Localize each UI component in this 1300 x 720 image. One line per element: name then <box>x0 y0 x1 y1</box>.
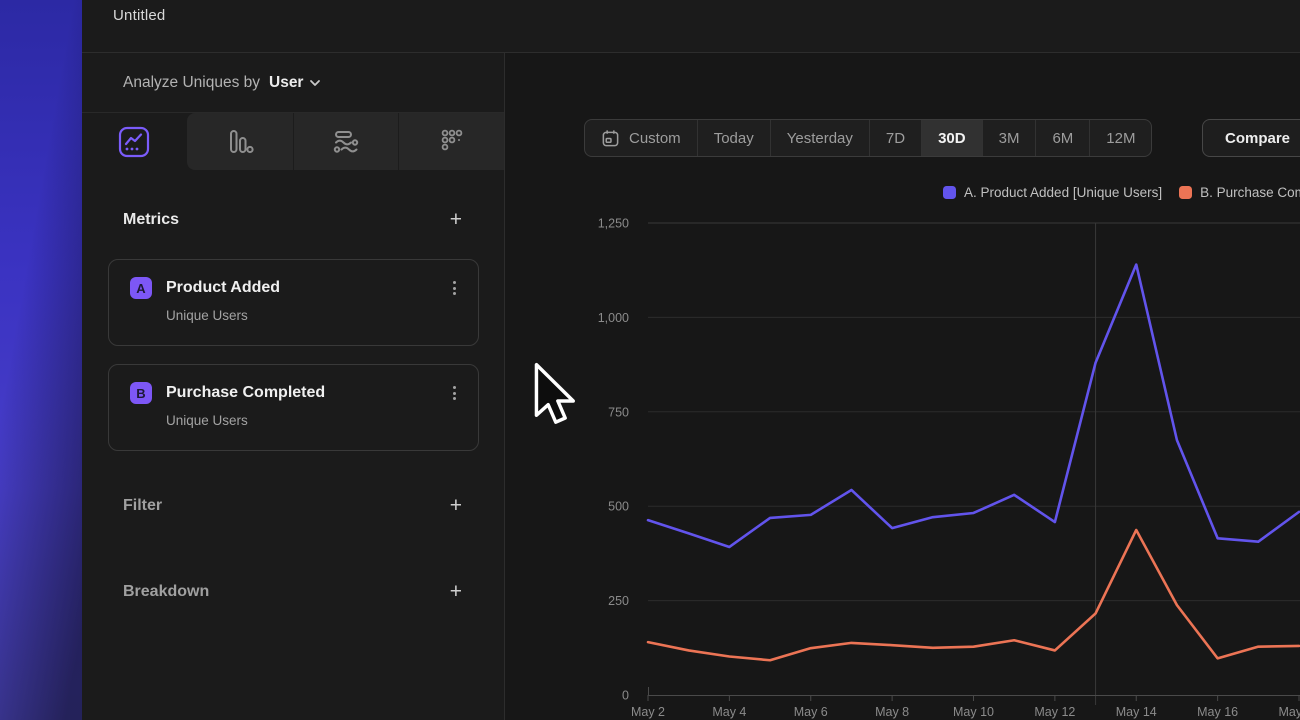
metric-badge-b: B <box>130 382 152 404</box>
bar-funnel-icon <box>223 125 257 159</box>
kebab-icon[interactable] <box>449 383 460 403</box>
y-tick-label: 0 <box>622 689 629 703</box>
x-tick-label: May 18 <box>1279 705 1300 719</box>
y-tick-label: 250 <box>608 594 629 608</box>
metric-subtitle[interactable]: Unique Users <box>166 413 460 428</box>
analyze-prefix-label: Analyze Uniques by <box>123 74 260 92</box>
chart-type-tabs <box>82 113 504 170</box>
tab-retention[interactable] <box>398 113 504 170</box>
x-tick-label: May 8 <box>875 705 909 719</box>
metric-name: Purchase Completed <box>166 384 449 402</box>
x-tick-label: May 14 <box>1116 705 1157 719</box>
filter-heading: Filter <box>123 497 162 515</box>
app-root: Untitled Analyze Uniques by User <box>0 0 1300 720</box>
line-chart: 0 250 500 750 1,000 1,250 May 2 May 4 May 6 May 8… <box>505 53 1300 720</box>
metric-badge-a: A <box>130 277 152 299</box>
flows-icon <box>328 125 364 159</box>
x-tick-label: May 6 <box>794 705 828 719</box>
y-tick-label: 1,000 <box>598 311 629 325</box>
series-line-a <box>648 265 1299 547</box>
y-tick-label: 500 <box>608 500 629 514</box>
sidebar: Analyze Uniques by User <box>82 53 505 720</box>
series-line-b <box>648 530 1299 660</box>
x-tick-label: May 12 <box>1034 705 1075 719</box>
breakdown-heading: Breakdown <box>123 583 209 601</box>
analyze-by-dropdown[interactable]: User <box>269 74 321 92</box>
analyze-by-row: Analyze Uniques by User <box>82 53 504 113</box>
topbar: Untitled <box>82 0 1300 53</box>
x-tick-label: May 4 <box>712 705 746 719</box>
chart-type-tab-group <box>187 113 504 170</box>
kebab-icon[interactable] <box>449 278 460 298</box>
x-tick-label: May 2 <box>631 705 665 719</box>
filter-header: Filter + <box>123 496 462 516</box>
add-filter-button[interactable]: + <box>450 496 462 516</box>
tab-funnels[interactable] <box>187 113 293 170</box>
add-metric-button[interactable]: + <box>450 210 462 230</box>
tab-flows[interactable] <box>293 113 399 170</box>
metric-card-b[interactable]: B Purchase Completed Unique Users <box>108 364 479 451</box>
report-title[interactable]: Untitled <box>113 7 165 24</box>
chart-panel: CustomTodayYesterday7D30D3M6M12M Compare… <box>505 53 1300 720</box>
breakdown-header: Breakdown + <box>123 582 462 602</box>
chevron-down-icon <box>309 79 321 87</box>
decorative-gradient <box>0 0 82 720</box>
metric-subtitle[interactable]: Unique Users <box>166 308 460 323</box>
metric-card-a[interactable]: A Product Added Unique Users <box>108 259 479 346</box>
metric-name: Product Added <box>166 279 449 297</box>
add-breakdown-button[interactable]: + <box>450 582 462 602</box>
x-tick-label: May 10 <box>953 705 994 719</box>
metrics-heading: Metrics <box>123 211 179 229</box>
insights-line-icon <box>117 125 151 159</box>
y-tick-label: 1,250 <box>598 217 629 231</box>
x-tick-label: May 16 <box>1197 705 1238 719</box>
y-tick-label: 750 <box>608 405 629 419</box>
retention-grid-icon <box>435 125 469 159</box>
metrics-header: Metrics + <box>123 210 462 230</box>
tab-insights-selected[interactable] <box>82 113 187 170</box>
analyze-by-value: User <box>269 74 303 92</box>
